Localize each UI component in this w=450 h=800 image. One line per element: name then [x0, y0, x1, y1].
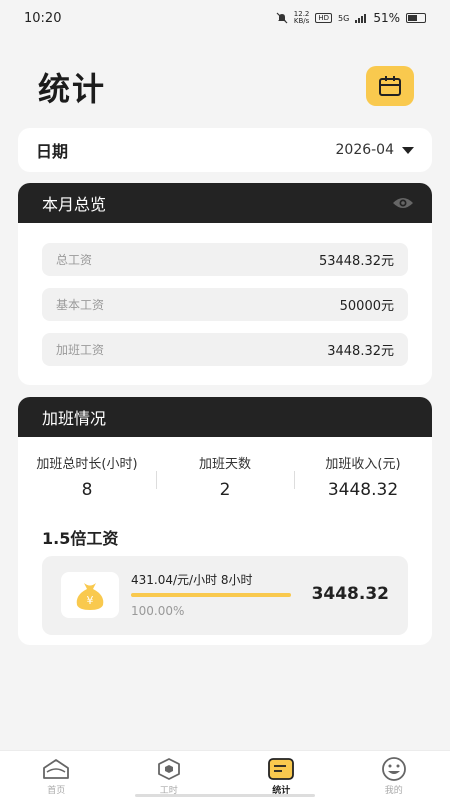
bottom-nav: 首页 工时 统计 我的 — [0, 750, 450, 800]
mute-icon — [276, 12, 288, 24]
eye-icon[interactable] — [392, 196, 414, 210]
nav-hours[interactable]: 工时 — [113, 751, 226, 800]
overtime-card: 加班情况 加班总时长(小时) 8 加班天数 2 加班收入(元) 3448.32 … — [18, 397, 432, 645]
page-title: 统计 — [38, 70, 107, 108]
hd-badge: HD — [315, 13, 333, 23]
overtime-header: 加班情况 — [18, 397, 432, 437]
overview-title: 本月总览 — [42, 195, 107, 214]
hexagon-icon — [157, 758, 180, 780]
nav-home[interactable]: 首页 — [0, 751, 113, 800]
nav-mine[interactable]: 我的 — [338, 751, 450, 800]
nav-home-label: 首页 — [47, 786, 66, 796]
dropdown-arrow-icon — [402, 146, 414, 154]
rate-progress-bar — [131, 593, 291, 597]
stat-income: 加班收入(元) 3448.32 — [294, 453, 432, 503]
overview-row-total: 总工资 53448.32元 — [42, 243, 408, 276]
network-type: 5G — [338, 13, 350, 23]
stat-days: 加班天数 2 — [156, 453, 294, 503]
date-dropdown[interactable]: 2026-04 — [335, 142, 414, 158]
money-bag-icon: ¥ — [61, 572, 119, 618]
nav-stats[interactable]: 统计 — [225, 751, 338, 800]
nav-mine-label: 我的 — [384, 786, 403, 796]
rate-amount: 3448.32 — [311, 584, 389, 604]
stat-total-hours: 加班总时长(小时) 8 — [36, 457, 138, 500]
overview-row-base: 基本工资 50000元 — [42, 288, 408, 321]
overtime-title: 加班情况 — [42, 409, 107, 428]
status-bar: 10:20 12.2 KB/s HD 5G 51% — [0, 0, 450, 36]
date-label: 日期 — [36, 142, 69, 161]
overview-header: 本月总览 — [18, 183, 432, 223]
stats-icon — [268, 758, 295, 780]
monthly-overview-card: 本月总览 总工资 53448.32元 基本工资 50000元 加班工资 3448… — [18, 183, 432, 385]
date-value: 2026-04 — [335, 142, 395, 158]
rate-detail-box: ¥ 431.04/元/小时 8小时 100.00% 3448.32 — [42, 556, 408, 635]
calendar-icon — [379, 76, 401, 96]
home-indicator — [135, 794, 315, 797]
status-icons: 12.2 KB/s HD 5G 51% — [276, 11, 426, 25]
smiley-icon — [381, 757, 406, 781]
overview-row-overtime: 加班工资 3448.32元 — [42, 333, 408, 366]
overtime-stats: 加班总时长(小时) 8 加班天数 2 加班收入(元) 3448.32 — [18, 453, 432, 503]
signal-icon — [355, 13, 367, 23]
battery-icon — [406, 13, 426, 23]
rate-progress-fill — [131, 593, 291, 597]
status-time: 10:20 — [24, 10, 62, 26]
rate-title: 1.5倍工资 — [39, 525, 121, 549]
network-speed: 12.2 KB/s — [293, 10, 310, 25]
svg-text:¥: ¥ — [87, 594, 94, 607]
rate-detail: 431.04/元/小时 8小时 — [131, 573, 253, 587]
battery-percent: 51% — [373, 11, 400, 25]
rate-percent: 100.00% — [131, 604, 185, 618]
home-icon — [43, 759, 70, 779]
date-selector[interactable]: 日期 2026-04 — [18, 128, 432, 172]
calendar-button[interactable] — [366, 66, 414, 106]
